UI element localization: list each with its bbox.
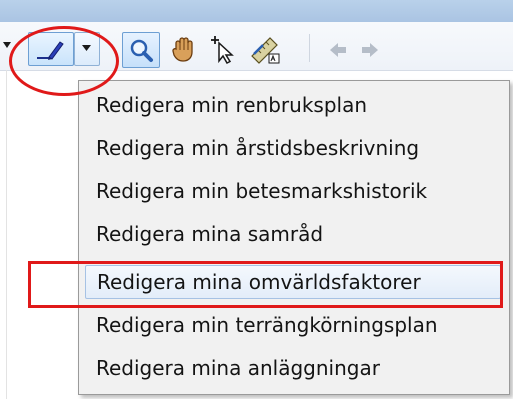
pen-icon — [34, 36, 68, 62]
panel-left-edge — [0, 70, 7, 399]
menu-item-anlaggningar[interactable]: Redigera mina anläggningar — [85, 351, 501, 385]
menu-item-betesmarkshistorik[interactable]: Redigera min betesmarkshistorik — [85, 174, 501, 208]
select-arrow-icon[interactable] — [206, 33, 238, 65]
menu-item-arstidsbeskrivning[interactable]: Redigera min årstidsbeskrivning — [85, 131, 501, 165]
window-title-bar — [0, 0, 513, 22]
toolbar-separator — [309, 34, 310, 62]
menu-item-terrangkorningsplan[interactable]: Redigera min terrängkörningsplan — [85, 308, 501, 342]
measure-icon[interactable] — [248, 33, 282, 65]
forward-arrow-icon[interactable] — [358, 38, 382, 62]
zoom-icon — [128, 37, 154, 63]
chevron-down-icon — [82, 45, 92, 53]
toolbar — [0, 22, 513, 71]
menu-item-renbruksplan[interactable]: Redigera min renbruksplan — [85, 88, 501, 122]
back-arrow-icon[interactable] — [326, 38, 350, 62]
edit-dropdown-menu: Redigera min renbruksplan Redigera min å… — [78, 80, 510, 395]
zoom-button[interactable] — [122, 32, 160, 68]
edit-dropdown-button[interactable] — [74, 32, 100, 66]
toolbar-left-dropdown-icon[interactable] — [3, 42, 13, 50]
edit-pen-button[interactable] — [28, 32, 74, 66]
menu-item-samrad[interactable]: Redigera mina samråd — [85, 217, 501, 251]
pan-hand-icon[interactable] — [168, 34, 198, 64]
menu-item-omvarldsfaktorer[interactable]: Redigera mina omvärldsfaktorer — [85, 265, 501, 299]
